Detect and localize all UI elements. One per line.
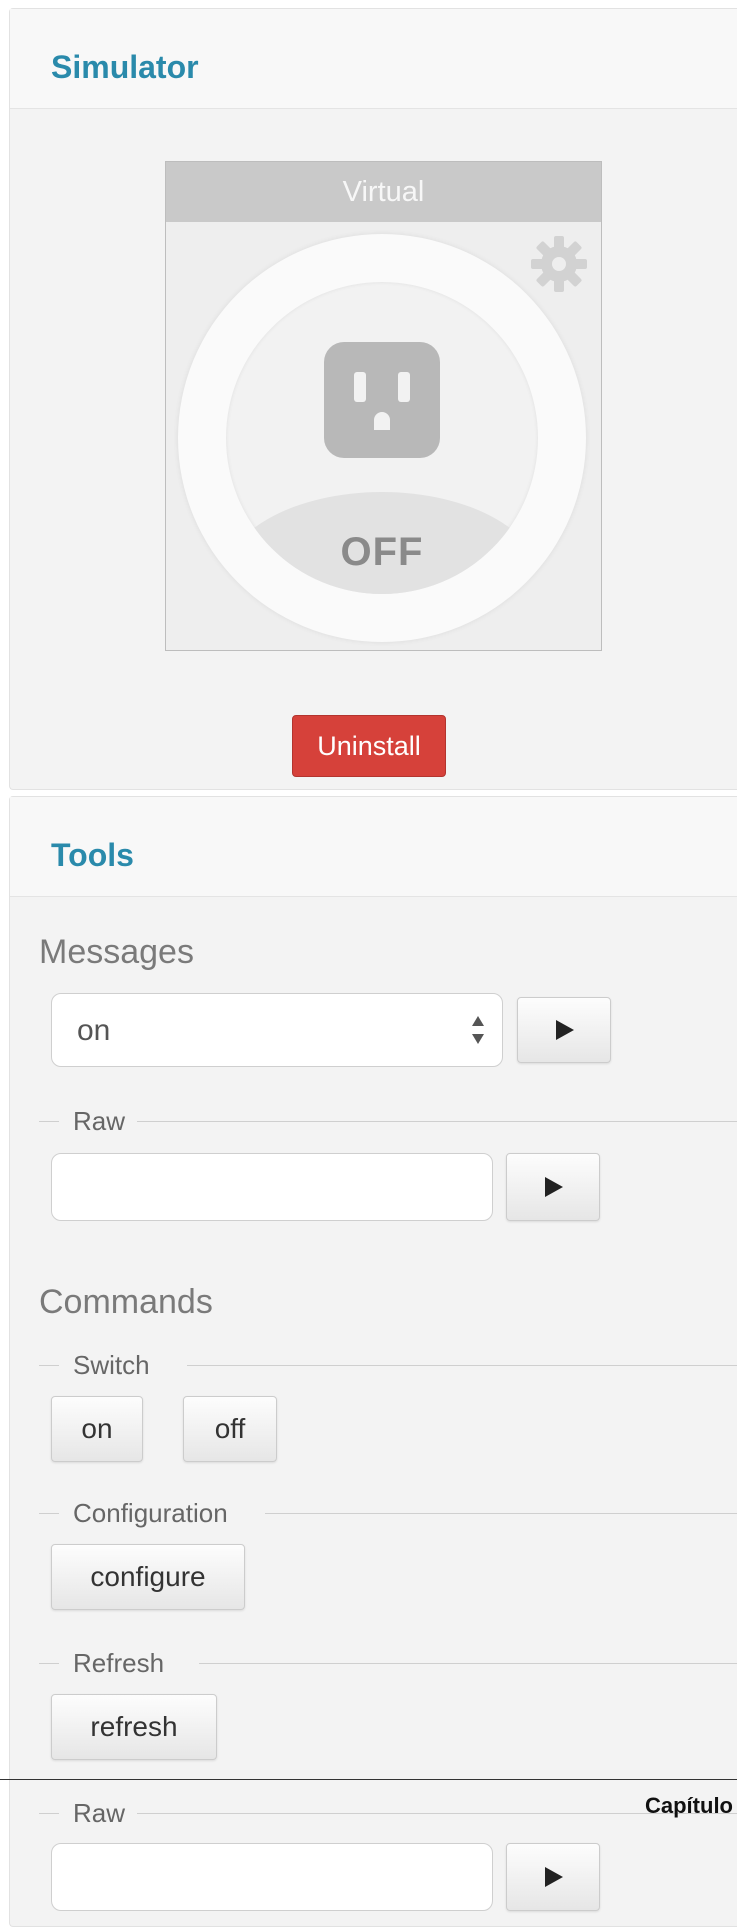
commands-heading: Commands <box>39 1283 213 1321</box>
send-raw-command-button[interactable] <box>506 1843 600 1911</box>
play-icon <box>545 1177 563 1197</box>
messages-heading: Messages <box>39 933 194 971</box>
play-icon <box>556 1020 574 1040</box>
send-raw-button[interactable] <box>506 1153 600 1221</box>
raw-legend: Raw <box>39 1106 737 1136</box>
tools-panel: Tools Messages on Raw Commands Switch on… <box>9 796 737 1927</box>
configure-button[interactable]: configure <box>51 1544 245 1610</box>
switch-on-button[interactable]: on <box>51 1396 143 1462</box>
device-ring[interactable]: OFF <box>178 234 586 642</box>
send-message-button[interactable] <box>517 997 611 1063</box>
device-name: Virtual <box>166 162 601 222</box>
commands-raw-legend: Raw <box>39 1798 737 1828</box>
switch-legend: Switch <box>39 1350 737 1380</box>
simulator-header: Simulator <box>10 9 737 109</box>
raw-message-input[interactable] <box>51 1153 493 1221</box>
simulator-title: Simulator <box>51 49 199 85</box>
uninstall-button[interactable]: Uninstall <box>292 715 446 777</box>
chapter-caption: Capítulo <box>645 1793 733 1818</box>
refresh-legend: Refresh <box>39 1648 737 1678</box>
configuration-legend: Configuration <box>39 1498 737 1528</box>
message-select[interactable]: on <box>51 993 503 1067</box>
configuration-label: Configuration <box>73 1498 228 1528</box>
switch-off-button[interactable]: off <box>183 1396 277 1462</box>
message-select-value: on <box>77 1014 111 1047</box>
refresh-button[interactable]: refresh <box>51 1694 217 1760</box>
raw-command-input[interactable] <box>51 1843 493 1911</box>
outlet-icon <box>324 342 440 463</box>
tools-header: Tools <box>10 797 737 897</box>
device-inner-circle: OFF <box>226 282 538 594</box>
select-arrows-icon <box>470 1012 486 1053</box>
simulator-panel: Simulator Virtual OFF Uninstall <box>9 8 737 790</box>
commands-raw-label: Raw <box>73 1798 126 1828</box>
play-icon <box>545 1867 563 1887</box>
device-tile[interactable]: Virtual OFF <box>165 161 602 651</box>
refresh-label: Refresh <box>73 1648 165 1678</box>
device-state-label: OFF <box>340 530 424 574</box>
raw-label: Raw <box>73 1106 126 1136</box>
page-rule <box>0 1779 737 1780</box>
tools-title: Tools <box>51 837 134 873</box>
switch-label: Switch <box>73 1350 150 1380</box>
